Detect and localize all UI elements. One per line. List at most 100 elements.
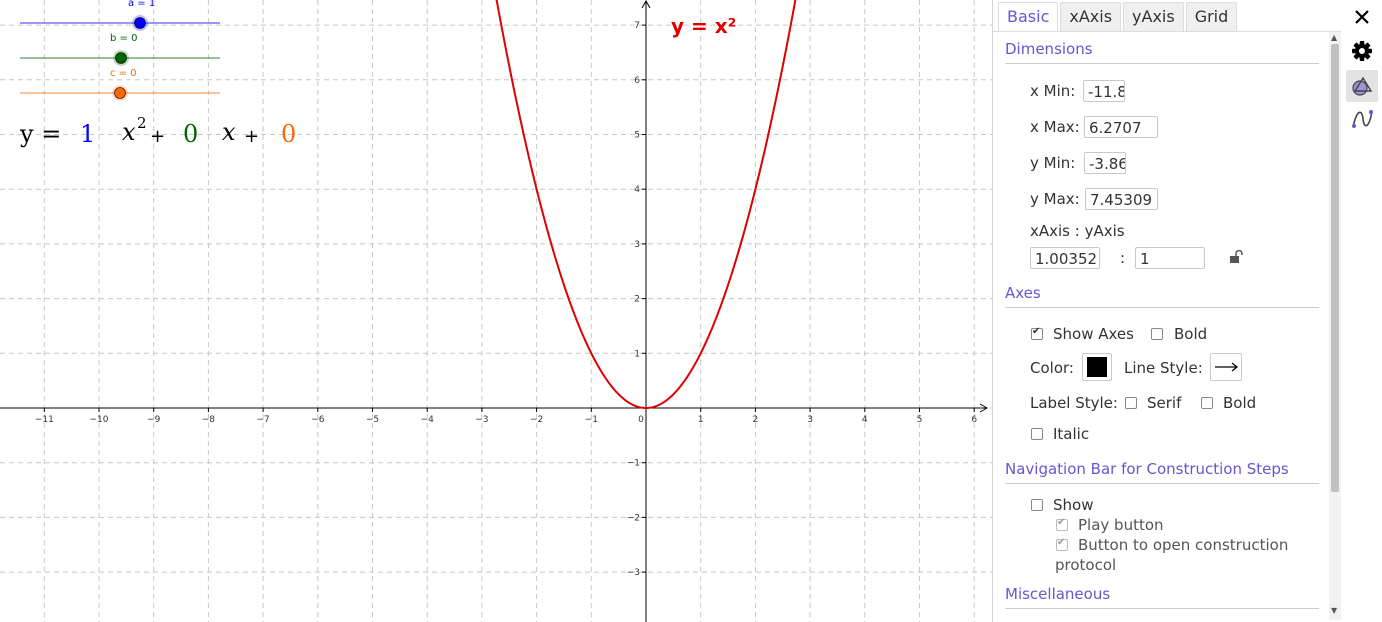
scroll-down-icon[interactable]: ▼	[1331, 606, 1337, 615]
protocol-button-label-cont[interactable]: protocol	[1055, 556, 1116, 574]
y-tick-label: 4	[634, 185, 640, 195]
protocol-button-checkbox[interactable]	[1056, 537, 1068, 551]
xmax-input[interactable]: 6.2707	[1084, 116, 1158, 138]
line-style-button[interactable]	[1210, 353, 1242, 381]
graphics-view[interactable]: −11 −10 −9 −8 −7 −6 −5 −4 −3 −2 −1 0 1 2 3 4 5 6 1 2 3 4 5 6 7 −1…	[0, 0, 992, 622]
axis-color-button[interactable]	[1082, 353, 1112, 381]
bold-label-label[interactable]: Bold	[1223, 394, 1256, 412]
x-tick-label: −2	[530, 415, 543, 425]
color-label: Color:	[1030, 359, 1074, 377]
tab-basic[interactable]: Basic	[998, 2, 1059, 31]
x-tick-label: 3	[807, 415, 813, 425]
equation-plus-1: +	[150, 126, 166, 147]
arrow-right-icon	[1215, 362, 1239, 372]
section-miscellaneous: Miscellaneous	[1005, 585, 1111, 603]
slider-c-label: c = 0	[110, 68, 137, 79]
slider-knob[interactable]	[134, 17, 146, 29]
divider	[1005, 63, 1319, 64]
x-tick-label: −5	[366, 415, 379, 425]
x-tick-label: 0	[638, 415, 644, 425]
scroll-up-icon[interactable]: ▲	[1331, 33, 1337, 42]
x-tick-label: 2	[753, 415, 759, 425]
slider-knob[interactable]	[115, 52, 127, 64]
ratio-y-input[interactable]: 1	[1135, 247, 1205, 269]
serif-label[interactable]: Serif	[1147, 394, 1181, 412]
equation-c: 0	[281, 120, 297, 148]
ymin-label: y Min:	[1030, 154, 1076, 172]
show-axes-label[interactable]: Show Axes	[1053, 325, 1134, 343]
x-tick-label: −1	[585, 415, 598, 425]
y-tick-label: −1	[627, 459, 640, 469]
bold-axes-checkbox[interactable]	[1151, 328, 1163, 340]
line-style-label: Line Style:	[1124, 359, 1203, 377]
xmax-label: x Max:	[1030, 118, 1080, 136]
y-tick-label: 7	[634, 21, 640, 31]
tab-grid[interactable]: Grid	[1185, 2, 1238, 31]
y-tick-label: −2	[627, 513, 640, 523]
x-tick-label: −3	[475, 415, 488, 425]
protocol-button-label[interactable]: Button to open construction	[1078, 536, 1288, 554]
function-label[interactable]: y = x²	[671, 14, 736, 38]
xmin-input[interactable]: -11.82536	[1083, 80, 1125, 102]
ymin-input[interactable]: -3.86295	[1084, 152, 1126, 174]
slider-knob[interactable]	[114, 87, 126, 99]
equation-y: y =	[20, 120, 62, 148]
function-curve[interactable]	[471, 0, 820, 410]
graph-canvas[interactable]: −11 −10 −9 −8 −7 −6 −5 −4 −3 −2 −1 0 1 2 3 4 5 61234567−1…	[0, 0, 992, 622]
y-tick-label: −3	[627, 568, 640, 578]
settings-tabs: Basic xAxis yAxis Grid	[998, 2, 1238, 32]
x-tick-label: −9	[147, 415, 161, 425]
lock-icon[interactable]	[1229, 249, 1243, 263]
tab-xaxis[interactable]: xAxis	[1060, 2, 1122, 31]
algebra-curve-icon[interactable]	[1346, 103, 1378, 135]
ymax-label: y Max:	[1030, 190, 1080, 208]
tab-yaxis[interactable]: yAxis	[1123, 2, 1184, 31]
y-tick-label: 2	[634, 295, 640, 305]
equation-x2: x	[122, 118, 136, 146]
bold-label-checkbox[interactable]	[1201, 397, 1213, 409]
graphics-view-icon[interactable]	[1346, 70, 1378, 102]
panel-scrollbar[interactable]: ▲ ▼	[1329, 32, 1341, 620]
play-button-label[interactable]: Play button	[1078, 516, 1164, 534]
label-style-label: Label Style:	[1030, 394, 1118, 412]
show-navbar-checkbox[interactable]	[1031, 499, 1043, 511]
italic-checkbox[interactable]	[1031, 428, 1043, 440]
x-tick-label: −4	[421, 415, 435, 425]
ratio-x-input[interactable]: 1.00352	[1030, 247, 1100, 269]
color-swatch	[1087, 357, 1107, 377]
slider-a-label: a = 1	[128, 0, 156, 9]
section-navigation-bar: Navigation Bar for Construction Steps	[1005, 460, 1289, 478]
italic-label[interactable]: Italic	[1053, 425, 1089, 443]
y-tick-label: 3	[634, 240, 640, 250]
play-button-checkbox[interactable]	[1056, 517, 1068, 531]
section-axes: Axes	[1005, 284, 1041, 302]
x-tick-label: −7	[256, 415, 269, 425]
bold-axes-label[interactable]: Bold	[1174, 325, 1207, 343]
x-tick-label: −11	[35, 415, 54, 425]
axis-ratio-label: xAxis : yAxis	[1030, 222, 1125, 240]
serif-checkbox[interactable]	[1125, 397, 1137, 409]
settings-sidebar	[1342, 0, 1382, 622]
y-tick-label: 1	[634, 349, 640, 359]
ymax-input[interactable]: 7.45309	[1085, 188, 1158, 210]
show-navbar-label[interactable]: Show	[1053, 496, 1093, 514]
gear-icon[interactable]	[1346, 35, 1378, 67]
equation-exponent: 2	[137, 114, 147, 132]
scrollbar-thumb[interactable]	[1331, 44, 1339, 492]
x-tick-label: 6	[971, 415, 977, 425]
x-tick-label: −8	[202, 415, 216, 425]
divider	[1005, 307, 1319, 308]
tabs-divider	[993, 31, 1341, 32]
equation-x: x	[222, 118, 236, 146]
x-tick-label: 5	[917, 415, 923, 425]
slider-b-label: b = 0	[110, 33, 138, 44]
equation-plus-2: +	[244, 126, 260, 147]
close-icon[interactable]	[1346, 1, 1378, 33]
show-axes-checkbox[interactable]	[1031, 326, 1043, 340]
ratio-separator: :	[1120, 249, 1126, 267]
y-tick-label: 5	[634, 131, 640, 141]
section-dimensions: Dimensions	[1005, 40, 1093, 58]
settings-panel: Basic xAxis yAxis Grid Dimensions x Min:…	[993, 0, 1341, 622]
divider	[1005, 608, 1319, 609]
x-tick-label: 1	[698, 415, 704, 425]
